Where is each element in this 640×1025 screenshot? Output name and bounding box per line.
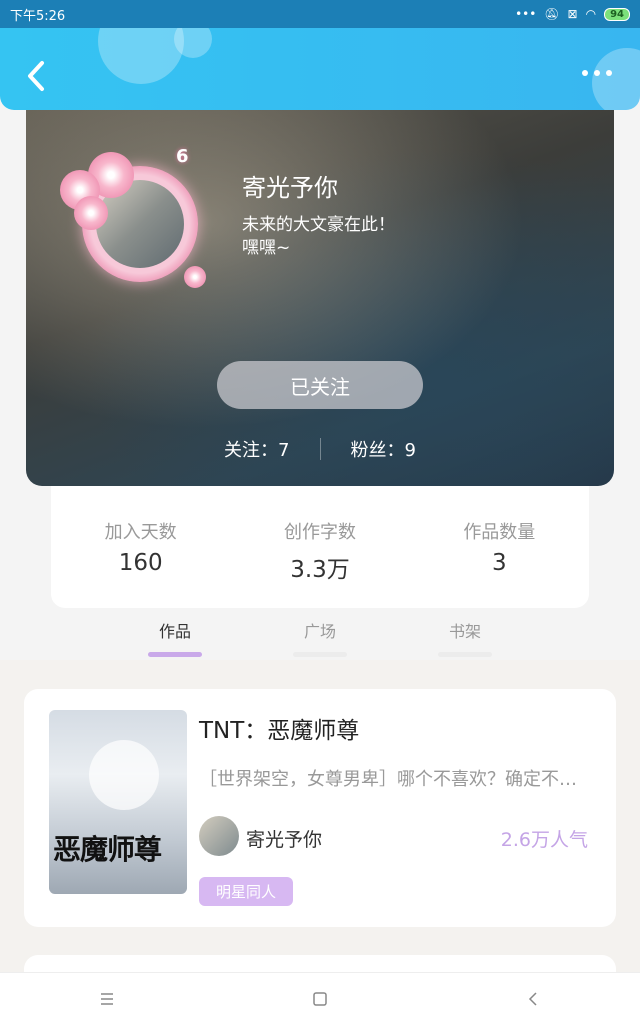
system-back-button[interactable] — [503, 979, 563, 1019]
work-description: ［世界架空，女尊男卑］哪个不喜欢？确定不要吗 — [199, 769, 594, 790]
popularity-count: 2.6万人气 — [500, 829, 588, 851]
avatar-frame[interactable]: 6 — [60, 146, 206, 288]
menu-button[interactable] — [77, 979, 137, 1019]
system-nav-bar — [0, 972, 640, 1025]
status-bar: 下午5:26 ••• 🔕︎ ⊠ ◠ 94 — [0, 0, 640, 28]
cover-title: 恶魔师尊 — [53, 833, 162, 866]
following-count[interactable]: 关注：7 — [224, 436, 289, 462]
flower-icon — [74, 196, 108, 230]
tab-bookshelf[interactable]: 书架 — [425, 618, 505, 657]
tab-indicator — [293, 652, 347, 657]
tab-square[interactable]: 广场 — [280, 618, 360, 657]
mute-bell-icon: 🔕︎ — [544, 7, 560, 21]
more-dot-icon — [582, 70, 588, 76]
butterfly-icon — [184, 266, 206, 288]
status-icons: ••• 🔕︎ ⊠ ◠ 94 — [515, 7, 630, 21]
stat-label: 加入天数 — [104, 522, 177, 543]
stat-days: 加入天数 160 — [66, 518, 216, 576]
sim-icon: ⊠ — [567, 7, 578, 21]
follow-stats: 关注：7 粉丝：9 — [26, 436, 614, 462]
wifi-icon: ◠ — [585, 7, 597, 21]
stat-value: 3.3万 — [290, 557, 350, 583]
stats-card: 加入天数 160 创作字数 3.3万 作品数量 3 — [51, 480, 589, 608]
nickname: 寄光予你 — [242, 174, 338, 202]
more-dot-icon — [594, 70, 600, 76]
status-time: 下午5:26 — [10, 8, 66, 24]
tab-label: 作品 — [158, 622, 191, 641]
tab-works[interactable]: 作品 — [135, 618, 215, 657]
tab-bar: 作品 广场 书架 — [0, 608, 640, 660]
profile-card: 6 寄光予你 未来的大文豪在此！ 嘿嘿~ 已关注 关注：7 粉丝：9 — [26, 110, 614, 486]
work-title[interactable]: TNT：恶魔师尊 — [199, 711, 359, 745]
stat-works: 作品数量 3 — [424, 518, 574, 576]
back-icon — [529, 992, 537, 1006]
stat-words: 创作字数 3.3万 — [245, 518, 395, 584]
bio: 未来的大文豪在此！ 嘿嘿~ — [242, 215, 395, 258]
decor-bubble — [592, 48, 640, 110]
follow-button[interactable]: 已关注 — [217, 361, 423, 409]
top-header — [0, 28, 640, 110]
battery-icon: 94 — [604, 7, 630, 21]
work-card[interactable]: 恶魔师尊 TNT：恶魔师尊 ［世界架空，女尊男卑］哪个不喜欢？确定不要吗 寄光予… — [24, 689, 616, 927]
followers-count[interactable]: 粉丝：9 — [351, 436, 416, 462]
tab-indicator — [148, 652, 202, 657]
stat-value: 3 — [491, 550, 507, 576]
tab-label: 广场 — [303, 622, 336, 641]
stat-value: 160 — [118, 550, 163, 576]
level-badge: 6 — [176, 146, 189, 167]
menu-icon — [100, 993, 113, 1005]
book-cover[interactable]: 恶魔师尊 — [49, 710, 187, 894]
divider — [319, 438, 321, 460]
back-button[interactable] — [22, 58, 52, 94]
back-arrow-icon — [28, 61, 44, 91]
more-dot-icon — [606, 70, 612, 76]
stat-label: 创作字数 — [283, 522, 356, 543]
author-avatar[interactable] — [199, 816, 239, 856]
home-icon — [313, 992, 327, 1006]
more-dots-icon: ••• — [515, 7, 537, 21]
tab-label: 书架 — [448, 622, 481, 641]
tab-indicator — [438, 652, 492, 657]
more-options-button[interactable] — [582, 70, 612, 76]
author-name[interactable]: 寄光予你 — [246, 825, 322, 852]
stat-label: 作品数量 — [463, 522, 536, 543]
category-tag[interactable]: 明星同人 — [199, 877, 294, 906]
home-button[interactable] — [290, 979, 350, 1019]
cover-moon — [89, 740, 159, 810]
decor-bubble — [98, 28, 184, 84]
